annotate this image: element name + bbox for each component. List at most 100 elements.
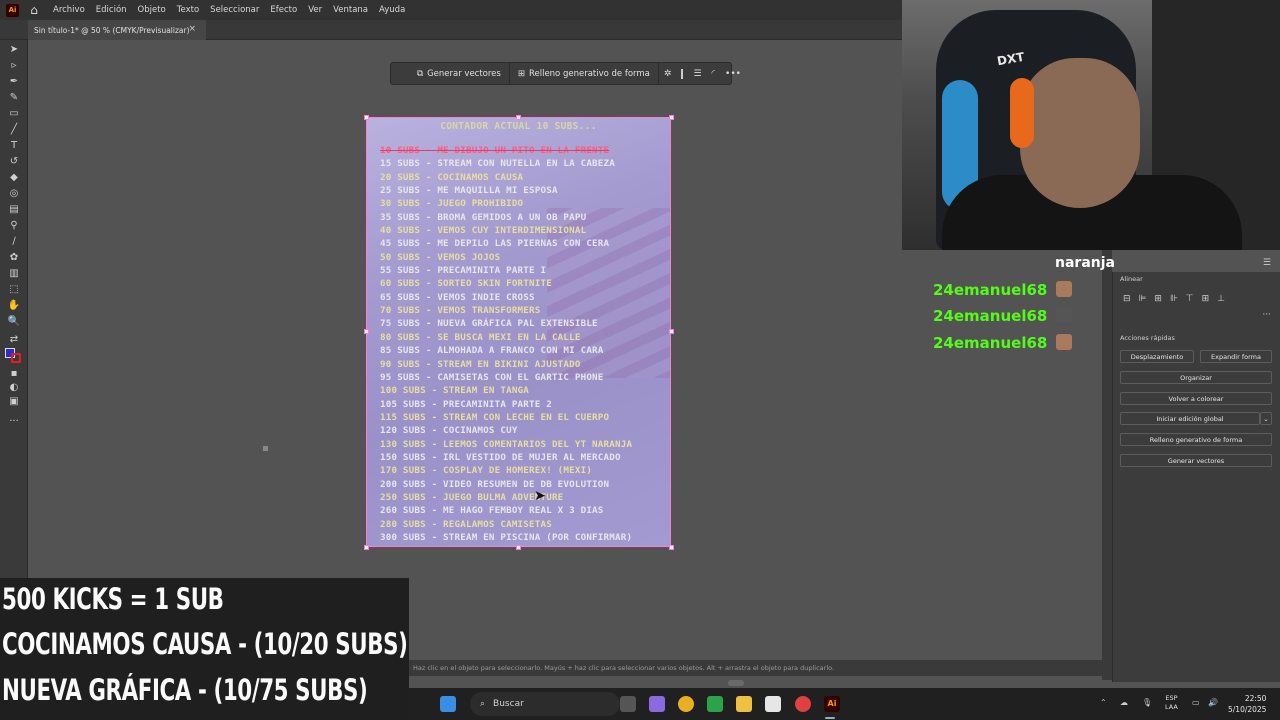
generate-vectors-button[interactable]: ⧉ Generar vectores: [409, 62, 510, 85]
symbol-sprayer-tool-icon[interactable]: ✿: [7, 252, 21, 264]
generative-fill-panel-button[interactable]: Relleno generativo de forma: [1120, 433, 1272, 446]
curvature-tool-icon[interactable]: ✎: [7, 92, 21, 104]
generate-vectors-panel-button[interactable]: Generar vectores: [1120, 454, 1272, 467]
color-swatch-icon[interactable]: [681, 68, 684, 79]
menu-archivo[interactable]: Archivo: [53, 5, 85, 15]
arrange-button[interactable]: Organizar: [1120, 371, 1272, 384]
menu-ver[interactable]: Ver: [308, 5, 322, 15]
resize-handle[interactable]: [364, 115, 369, 120]
align-hcenter-icon[interactable]: ⊞: [1154, 294, 1162, 304]
draw-mode-icon[interactable]: ◐: [7, 382, 21, 394]
stroke-color-icon[interactable]: [11, 353, 21, 363]
menu-efecto[interactable]: Efecto: [270, 5, 297, 15]
menu-ayuda[interactable]: Ayuda: [379, 5, 405, 15]
align-top-icon[interactable]: ⊤: [1186, 294, 1194, 304]
illustrator-logo-icon: Ai: [6, 3, 19, 17]
file-explorer-icon[interactable]: [736, 696, 752, 712]
onedrive-icon[interactable]: ☁: [1120, 698, 1128, 707]
stroke-menu-icon[interactable]: ☰: [688, 69, 706, 79]
language-indicator[interactable]: ESP LAA: [1165, 694, 1178, 712]
xbox-icon[interactable]: [707, 696, 723, 712]
align-buttons: ⊟ ⊫ ⊞ ⊪ ⊤ ⊞ ⊥: [1123, 294, 1225, 304]
zoom-tool-icon[interactable]: 🔍: [7, 316, 21, 328]
resize-handle[interactable]: [669, 545, 674, 550]
resize-handle[interactable]: [516, 115, 521, 120]
volume-icon[interactable]: 🔊: [1208, 698, 1218, 707]
task-view-icon[interactable]: [620, 696, 636, 712]
resize-handle[interactable]: [669, 329, 674, 334]
global-edit-button[interactable]: Iniciar edición global: [1120, 412, 1260, 425]
align-vcenter-icon[interactable]: ⊞: [1202, 294, 1210, 304]
expand-shape-button[interactable]: Expandir forma: [1200, 350, 1272, 363]
rectangle-tool-icon[interactable]: ▭: [7, 108, 21, 120]
rotate-tool-icon[interactable]: ↺: [7, 156, 21, 168]
goal-item: 200 SUBS - VIDEO RESUMEN DE DB EVOLUTION: [380, 478, 610, 490]
home-icon[interactable]: ⌂: [27, 3, 41, 17]
more-options-icon[interactable]: ···: [1262, 310, 1271, 320]
screen-mode-icon[interactable]: ▣: [7, 396, 21, 408]
app-icon[interactable]: [795, 696, 811, 712]
chevron-down-icon[interactable]: ⌄: [1260, 412, 1272, 425]
corner-radius-icon[interactable]: ◜: [707, 69, 721, 79]
resize-handle[interactable]: [364, 329, 369, 334]
windows-start-icon[interactable]: [440, 696, 456, 712]
menu-objeto[interactable]: Objeto: [138, 5, 166, 15]
direct-selection-tool-icon[interactable]: ▹: [7, 60, 21, 72]
more-tools-icon[interactable]: ···: [7, 416, 21, 428]
store-icon[interactable]: [765, 696, 781, 712]
horizontal-scrollbar[interactable]: [728, 680, 744, 686]
artboard[interactable]: CONTADOR ACTUAL 10 SUBS... 10 SUBS - ME …: [366, 117, 671, 547]
quick-actions-title: Acciones rápidas: [1120, 334, 1175, 342]
eyedropper-tool-icon[interactable]: ⚲: [7, 220, 21, 232]
panel-menu-icon[interactable]: ☰: [1263, 258, 1271, 268]
chrome-icon[interactable]: [678, 696, 694, 712]
align-left-icon[interactable]: ⊫: [1139, 294, 1147, 304]
resize-handle[interactable]: [516, 545, 521, 550]
pen-tool-icon[interactable]: ✒: [7, 76, 21, 88]
resize-handle[interactable]: [669, 115, 674, 120]
menu-edicion[interactable]: Edición: [96, 5, 127, 15]
chevron-up-icon[interactable]: ⌃: [1100, 698, 1107, 707]
close-tab-icon[interactable]: ×: [188, 24, 196, 34]
graph-tool-icon[interactable]: ▥: [7, 268, 21, 280]
network-icon[interactable]: ▭: [1192, 698, 1200, 707]
panel-gutter: [1102, 250, 1112, 680]
microphone-icon[interactable]: 🎙: [1142, 698, 1152, 707]
copilot-icon[interactable]: [649, 696, 665, 712]
document-tab[interactable]: Sin título-1* @ 50 % (CMYK/Previsualizar…: [28, 20, 206, 40]
taskbar: ⌕ Buscar Ai ⌃ ☁ 🎙 ESP LAA ▭ 🔊 22:50 5/10…: [409, 688, 1280, 720]
menu-texto[interactable]: Texto: [177, 5, 199, 15]
resize-handle[interactable]: [364, 545, 369, 550]
align-bottom-icon[interactable]: ⊥: [1217, 294, 1225, 304]
menu-seleccionar[interactable]: Seleccionar: [210, 5, 259, 15]
chat-message: 24emanuel68: [933, 307, 1048, 325]
offset-path-button[interactable]: Desplazamiento: [1120, 350, 1194, 363]
swap-colors-icon[interactable]: ⇄: [7, 334, 21, 346]
align-right-icon[interactable]: ⊪: [1170, 294, 1178, 304]
goal-item: 85 SUBS - ALMOHADA A FRANCO CON MI CARA: [380, 345, 604, 357]
type-tool-icon[interactable]: T: [7, 140, 21, 152]
eraser-tool-icon[interactable]: ◆: [7, 172, 21, 184]
recolor-button[interactable]: Volver a colorear: [1120, 392, 1272, 405]
clock[interactable]: 22:50 5/10/2025: [1228, 693, 1266, 715]
headphones-icon: [1010, 78, 1034, 148]
selection-tool-icon[interactable]: ➤: [7, 44, 21, 56]
goal-item: 60 SUBS - SORTEO SKIN FORTNITE: [380, 278, 552, 290]
shape-builder-tool-icon[interactable]: ◎: [7, 188, 21, 200]
taskbar-search[interactable]: ⌕ Buscar: [470, 692, 620, 716]
menu-ventana[interactable]: Ventana: [333, 5, 368, 15]
goal-list: 10 SUBS - ME DIBUJO UN PITO EN LA FRENTE…: [380, 145, 632, 545]
overlay-kicks-line: 500 KICKS = 1 SUB: [2, 582, 224, 616]
goal-item: 120 SUBS - COCINAMOS CUY: [380, 425, 518, 437]
align-to-icon[interactable]: ⊟: [1123, 294, 1131, 304]
color-mode-icon[interactable]: ▪: [7, 368, 21, 380]
more-options-icon[interactable]: •••: [720, 69, 746, 79]
blend-tool-icon[interactable]: ∕: [7, 236, 21, 248]
paintbrush-tool-icon[interactable]: ╱: [7, 124, 21, 136]
artboard-tool-icon[interactable]: ⬚: [7, 284, 21, 296]
recolor-icon[interactable]: ✲: [659, 69, 677, 79]
generative-fill-button[interactable]: ⊞ Relleno generativo de forma: [510, 62, 659, 85]
hand-tool-icon[interactable]: ✋: [7, 300, 21, 312]
gradient-tool-icon[interactable]: ▤: [7, 204, 21, 216]
illustrator-taskbar-icon[interactable]: Ai: [824, 696, 840, 712]
